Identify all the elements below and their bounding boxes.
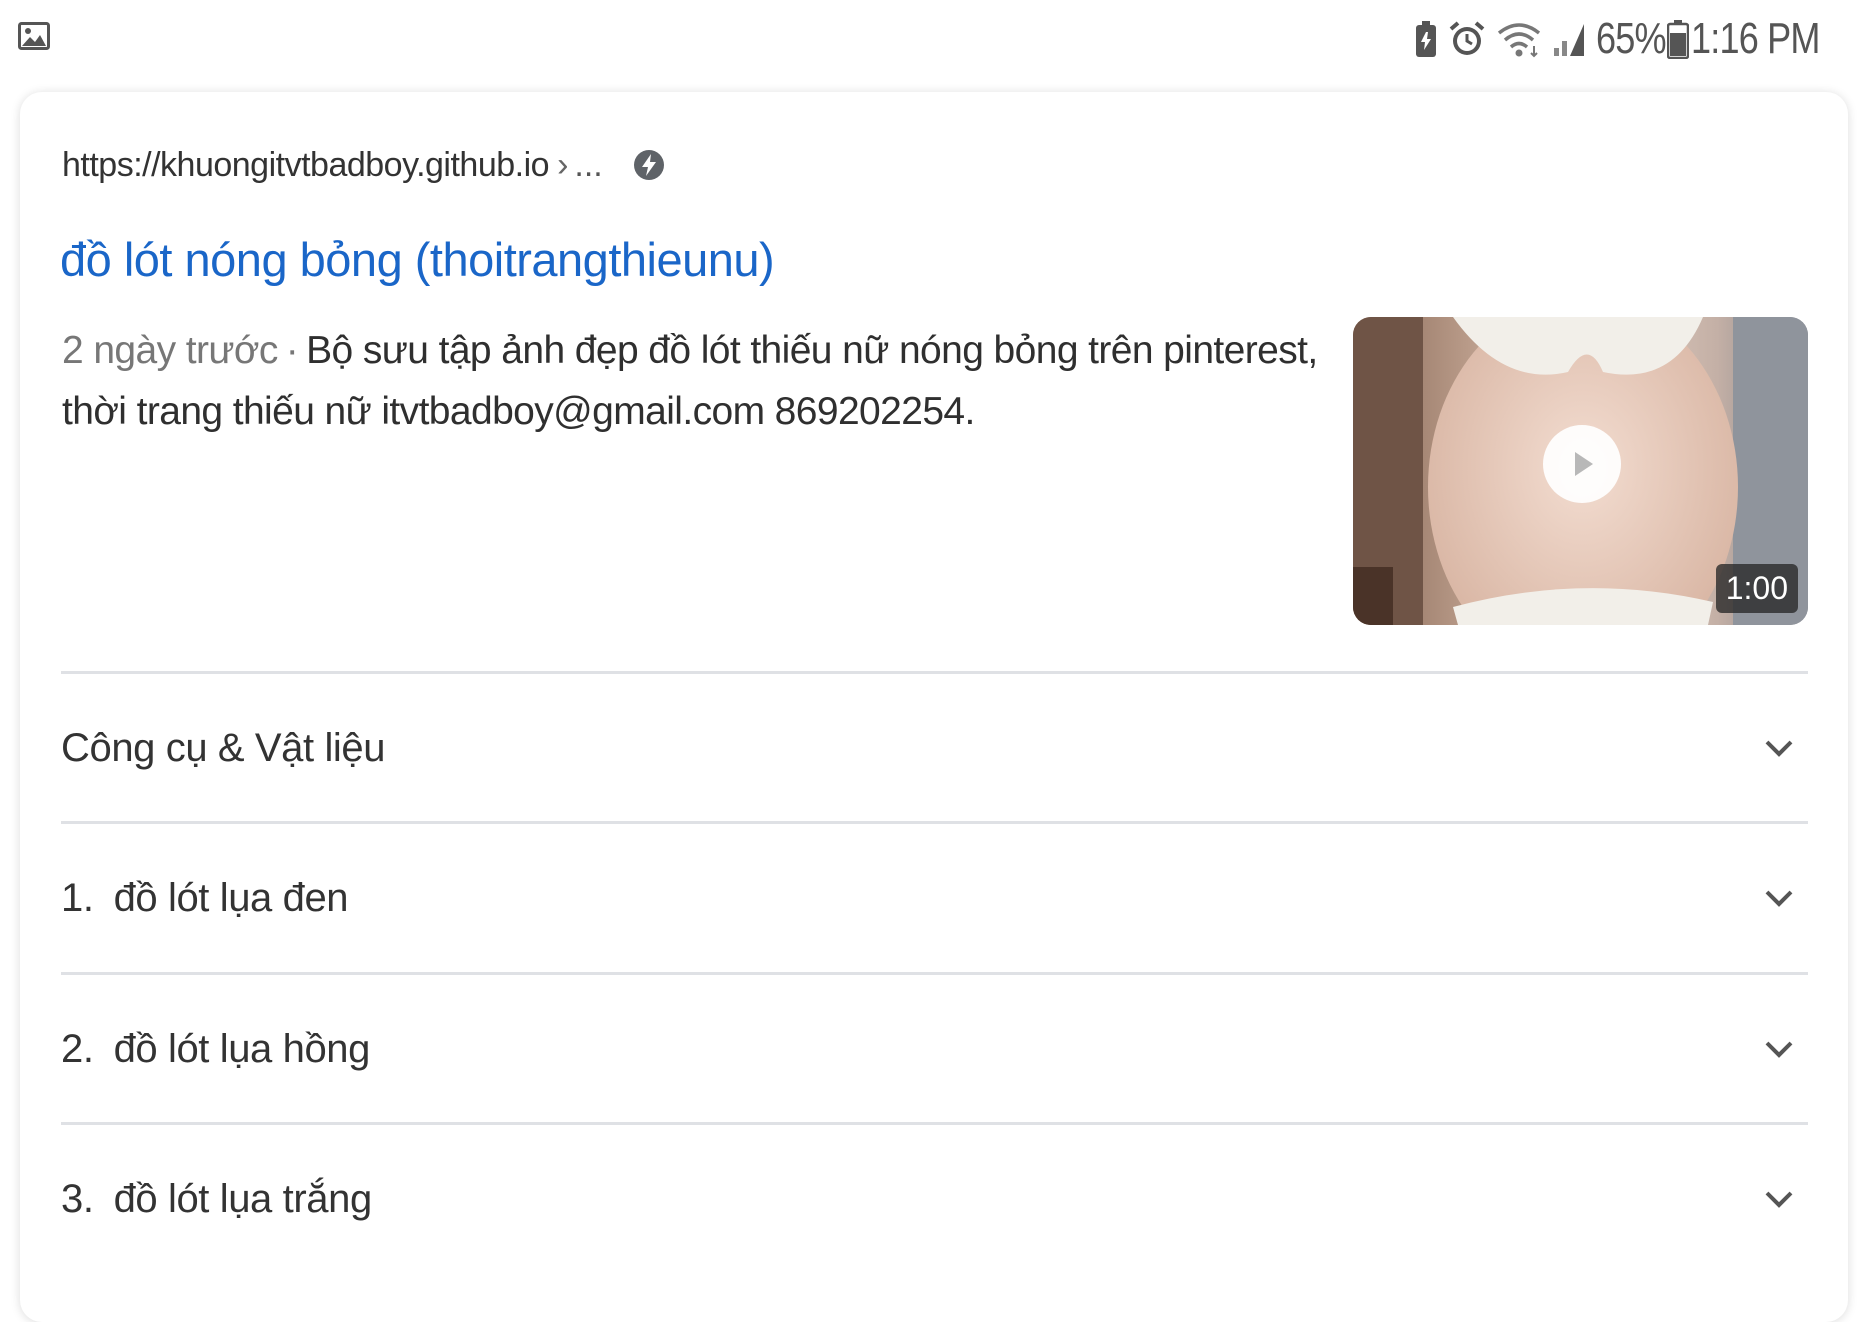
wifi-icon [1496,20,1542,58]
alarm-icon [1448,20,1486,58]
result-url[interactable]: https://khuongitvtbadboy.github.io [62,146,550,185]
battery-percent: 65% [1596,14,1667,63]
chevron-down-icon[interactable] [1764,1189,1794,1209]
result-snippet: 2 ngày trước · Bộ sưu tập ảnh đẹp đồ lót t… [62,320,1332,442]
row-number: 2. [61,1026,94,1071]
chevron-down-icon[interactable] [1764,738,1794,758]
amp-lightning-icon [633,149,665,181]
row-number: 3. [61,1176,94,1221]
expandable-row-step-3[interactable]: 3. đồ lót lụa trắng [61,1125,1808,1273]
play-icon [1575,452,1593,476]
status-bar: 65% 1:16 PM [0,0,1866,78]
row-text: đồ lót lụa hồng [113,1026,371,1071]
gallery-icon [18,20,50,52]
url-ellipsis: ... [574,145,603,184]
video-duration: 1:00 [1715,564,1798,613]
expandable-row-tools-materials[interactable]: Công cụ & Vật liệu [61,674,1808,822]
battery-icon [1667,19,1690,59]
play-button[interactable] [1543,425,1621,503]
row-number: 1. [61,875,94,920]
row-text: đồ lót lụa trắng [113,1176,373,1221]
row-label: 2. đồ lót lụa hồng [61,1027,370,1072]
signal-icon [1552,20,1586,58]
video-thumbnail[interactable]: 1:00 [1353,317,1808,625]
clock-time: 1:16 PM [1691,14,1820,63]
result-url-breadcrumb[interactable]: https://khuongitvtbadboy.github.io › ... [62,140,665,190]
url-separator: › [557,145,569,184]
expandable-row-step-1[interactable]: 1. đồ lót lụa đen [61,824,1808,972]
row-text: Công cụ & Vật liệu [61,725,386,770]
chevron-down-icon[interactable] [1764,1039,1794,1059]
result-title-link[interactable]: đồ lót nóng bỏng (thoitrangthieunu) [60,232,775,287]
chevron-down-icon[interactable] [1764,888,1794,908]
result-date: 2 ngày trước [62,329,278,372]
date-separator: · [285,329,299,372]
row-label: 3. đồ lót lụa trắng [61,1177,372,1222]
battery-saver-icon [1414,20,1438,58]
row-label: 1. đồ lót lụa đen [61,875,349,921]
row-text: đồ lót lụa đen [113,875,349,920]
row-label: Công cụ & Vật liệu [61,725,386,771]
expandable-row-step-2[interactable]: 2. đồ lót lụa hồng [61,975,1808,1123]
